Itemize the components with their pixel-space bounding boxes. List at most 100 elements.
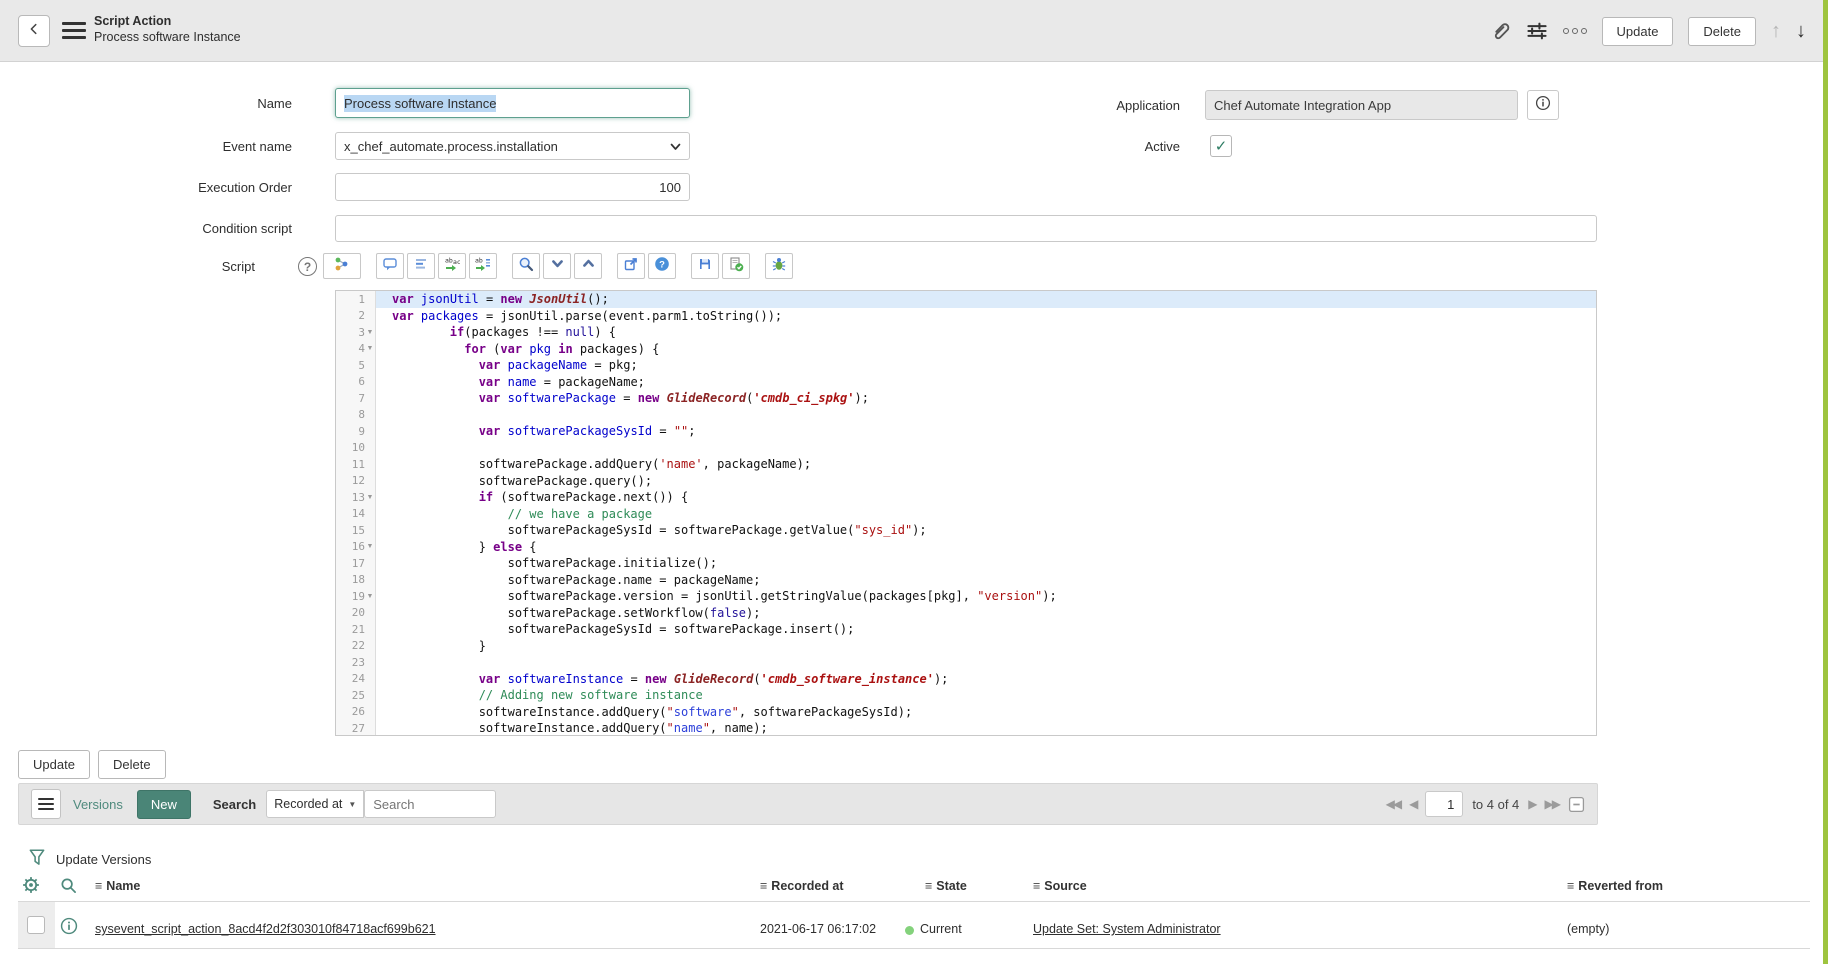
save-script-button[interactable] [691,253,719,279]
new-version-button[interactable]: New [137,790,191,819]
fold-marker-icon[interactable]: ▼ [365,345,375,352]
check-syntax-button[interactable] [722,253,750,279]
line-number[interactable]: 2 [336,308,375,325]
code-line[interactable] [392,654,1596,671]
line-number[interactable]: 23 [336,654,375,671]
line-number[interactable]: 5 [336,357,375,374]
search-code-button[interactable] [512,253,540,279]
fold-marker-icon[interactable]: ▼ [365,329,375,336]
application-info-button[interactable] [1527,90,1559,120]
line-number[interactable]: 14 [336,506,375,523]
script-help-icon[interactable]: ? [298,257,317,276]
line-number[interactable]: 8 [336,407,375,424]
line-number[interactable]: 25 [336,687,375,704]
line-number[interactable]: 18 [336,572,375,589]
execution-order-input[interactable] [335,173,690,201]
source-link[interactable]: Update Set: System Administrator [1033,922,1221,936]
script-code-editor[interactable]: 123▼4▼5678910111213▼141516▼171819▼202122… [335,290,1597,736]
breadcrumb[interactable]: Update Versions [56,852,151,867]
attachment-paperclip-icon[interactable] [1491,21,1511,41]
code-line[interactable]: if (softwarePackage.next()) { [392,489,1596,506]
line-number[interactable]: 7 [336,390,375,407]
editor-help-button[interactable]: ? [648,253,676,279]
previous-page-icon[interactable]: ◀ [1409,797,1416,811]
column-header-source[interactable]: ≡Source [1033,879,1087,893]
column-header-name[interactable]: ≡Name [95,879,140,893]
code-line[interactable] [392,407,1596,424]
line-number[interactable]: 16▼ [336,539,375,556]
format-code-button[interactable] [407,253,435,279]
column-header-reverted-from[interactable]: ≡Reverted from [1567,879,1663,893]
code-line[interactable]: softwarePackage.query(); [392,473,1596,490]
code-line[interactable]: var softwarePackageSysId = ""; [392,423,1596,440]
code-line[interactable]: var packageName = pkg; [392,357,1596,374]
search-column-dropdown[interactable]: Recorded at ▼ [266,790,364,818]
more-options-icon[interactable] [1563,28,1587,34]
code-line[interactable]: var softwarePackage = new GlideRecord('c… [392,390,1596,407]
line-number[interactable]: 19▼ [336,588,375,605]
next-page-icon[interactable]: ▶ [1528,797,1535,811]
find-previous-button[interactable] [574,253,602,279]
code-line[interactable]: softwarePackage.version = jsonUtil.getSt… [392,588,1596,605]
line-number[interactable]: 20 [336,605,375,622]
column-header-state[interactable]: ≡State [925,879,967,893]
line-number[interactable]: 21 [336,621,375,638]
name-input[interactable]: Process software Instance [335,88,690,118]
code-line[interactable]: var jsonUtil = new JsonUtil(); [376,291,1596,308]
code-line[interactable]: } [392,638,1596,655]
code-line[interactable]: softwarePackageSysId = softwarePackage.i… [392,621,1596,638]
code-line[interactable]: softwarePackage.name = packageName; [392,572,1596,589]
versions-list-title[interactable]: Versions [73,797,123,812]
condition-script-input[interactable] [335,215,1597,242]
code-line[interactable]: softwareInstance.addQuery("software", so… [392,704,1596,721]
code-line[interactable]: softwarePackageSysId = softwarePackage.g… [392,522,1596,539]
line-number[interactable]: 9 [336,423,375,440]
code-line[interactable]: softwareInstance.addQuery("name", name); [392,720,1596,736]
first-page-icon[interactable]: ◀◀ [1386,797,1400,811]
line-number[interactable]: 22 [336,638,375,655]
back-button[interactable] [18,15,50,47]
code-line[interactable]: // we have a package [392,506,1596,523]
column-header-recorded-at[interactable]: ≡Recorded at [760,879,844,893]
toggle-comment-button[interactable] [376,253,404,279]
code-line[interactable]: } else { [392,539,1596,556]
code-line[interactable]: softwarePackage.initialize(); [392,555,1596,572]
active-checkbox[interactable]: ✓ [1210,135,1232,157]
line-number[interactable]: 17 [336,555,375,572]
code-line[interactable]: var packages = jsonUtil.parse(event.parm… [392,308,1596,325]
code-line[interactable]: if(packages !== null) { [392,324,1596,341]
line-number[interactable]: 15 [336,522,375,539]
filter-funnel-icon[interactable] [28,848,46,873]
line-number[interactable]: 6 [336,374,375,391]
replace-all-button[interactable]: ab [469,253,497,279]
fold-marker-icon[interactable]: ▼ [365,543,375,550]
replace-button[interactable]: abac [438,253,466,279]
list-search-icon[interactable] [60,877,77,899]
syntax-tree-button[interactable] [323,253,361,279]
list-context-menu-icon[interactable] [31,789,61,819]
personalize-form-sliders-icon[interactable] [1526,21,1548,41]
code-line[interactable]: for (var pkg in packages) { [392,341,1596,358]
line-number[interactable]: 24 [336,671,375,688]
list-search-input[interactable] [364,790,496,818]
code-line[interactable]: var name = packageName; [392,374,1596,391]
list-gear-icon[interactable] [22,876,40,899]
editor-code-area[interactable]: var jsonUtil = new JsonUtil();var packag… [376,291,1596,735]
additional-actions-menu-icon[interactable] [62,22,86,39]
update-button-header[interactable]: Update [1602,17,1674,46]
fold-marker-icon[interactable]: ▼ [365,593,375,600]
code-line[interactable]: softwarePackage.addQuery('name', package… [392,456,1596,473]
delete-button-footer[interactable]: Delete [98,750,166,779]
line-number[interactable]: 10 [336,440,375,457]
update-button-footer[interactable]: Update [18,750,90,779]
code-line[interactable] [392,440,1596,457]
line-number[interactable]: 11 [336,456,375,473]
last-page-icon[interactable]: ▶▶ [1545,797,1559,811]
find-next-button[interactable] [543,253,571,279]
line-number[interactable]: 26 [336,704,375,721]
code-line[interactable]: // Adding new software instance [392,687,1596,704]
minimize-list-icon[interactable] [1568,796,1585,813]
row-preview-info-icon[interactable] [60,917,78,940]
delete-button-header[interactable]: Delete [1688,17,1756,46]
line-number[interactable]: 12 [336,473,375,490]
